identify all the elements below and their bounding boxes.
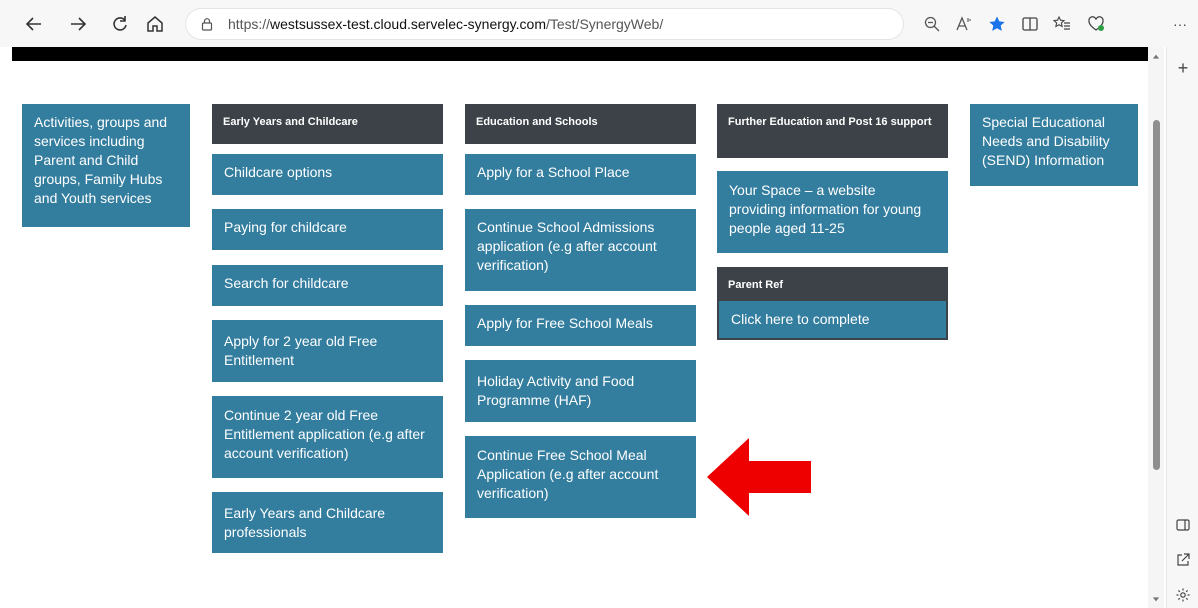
browser-essentials-icon[interactable]: [1084, 12, 1108, 36]
home-icon[interactable]: [143, 12, 167, 36]
settings-gear-icon[interactable]: [1172, 584, 1194, 606]
further-education-header: Further Education and Post 16 support: [717, 104, 948, 158]
new-tab-icon[interactable]: +: [1172, 57, 1194, 79]
apply-2-year-free-entitlement-link[interactable]: Apply for 2 year old Free Entitlement: [212, 320, 443, 382]
parent-ref-complete-link[interactable]: Click here to complete: [717, 301, 948, 340]
holiday-activity-food-link[interactable]: Holiday Activity and Food Programme (HAF…: [465, 360, 696, 422]
address-bar[interactable]: https://westsussex-test.cloud.servelec-s…: [185, 8, 904, 40]
early-years-header: Early Years and Childcare: [212, 104, 443, 144]
scroll-down-icon[interactable]: [1151, 594, 1161, 604]
more-options-icon[interactable]: ···: [1168, 12, 1192, 36]
your-space-link[interactable]: Your Space – a website providing informa…: [717, 171, 948, 253]
page-header-bar: [12, 47, 1148, 61]
read-aloud-icon[interactable]: [952, 12, 976, 36]
childcare-options-link[interactable]: Childcare options: [212, 154, 443, 195]
education-schools-header: Education and Schools: [465, 104, 696, 144]
favorites-list-icon[interactable]: [1050, 12, 1074, 36]
favorite-star-icon[interactable]: [985, 12, 1009, 36]
scroll-up-icon[interactable]: [1151, 52, 1161, 62]
url-text: https://westsussex-test.cloud.servelec-s…: [228, 16, 664, 32]
scroll-thumb[interactable]: [1153, 120, 1160, 470]
early-years-professionals-link[interactable]: Early Years and Childcare professionals: [212, 492, 443, 553]
back-icon[interactable]: [22, 12, 46, 36]
split-screen-icon[interactable]: [1018, 12, 1042, 36]
browser-toolbar: https://westsussex-test.cloud.servelec-s…: [0, 0, 1198, 47]
continue-2-year-entitlement-link[interactable]: Continue 2 year old Free Entitlement app…: [212, 396, 443, 478]
open-external-icon[interactable]: [1172, 549, 1194, 571]
refresh-icon[interactable]: [108, 12, 132, 36]
zoom-out-icon[interactable]: [920, 12, 944, 36]
continue-free-school-meal-link[interactable]: Continue Free School Meal Application (e…: [465, 436, 696, 518]
apply-free-school-meals-link[interactable]: Apply for Free School Meals: [465, 305, 696, 346]
parent-ref-header: Parent Ref: [717, 267, 948, 301]
tile-send-information[interactable]: Special Educational Needs and Disability…: [970, 104, 1138, 186]
forward-icon[interactable]: [66, 12, 90, 36]
paying-for-childcare-link[interactable]: Paying for childcare: [212, 209, 443, 250]
apply-school-place-link[interactable]: Apply for a School Place: [465, 154, 696, 195]
continue-school-admissions-link[interactable]: Continue School Admissions application (…: [465, 209, 696, 291]
red-arrow-annotation: [707, 438, 811, 516]
search-for-childcare-link[interactable]: Search for childcare: [212, 265, 443, 306]
tile-activities-groups[interactable]: Activities, groups and services includin…: [22, 104, 190, 227]
hide-sidebar-icon[interactable]: [1172, 514, 1194, 536]
lock-icon: [201, 18, 213, 31]
